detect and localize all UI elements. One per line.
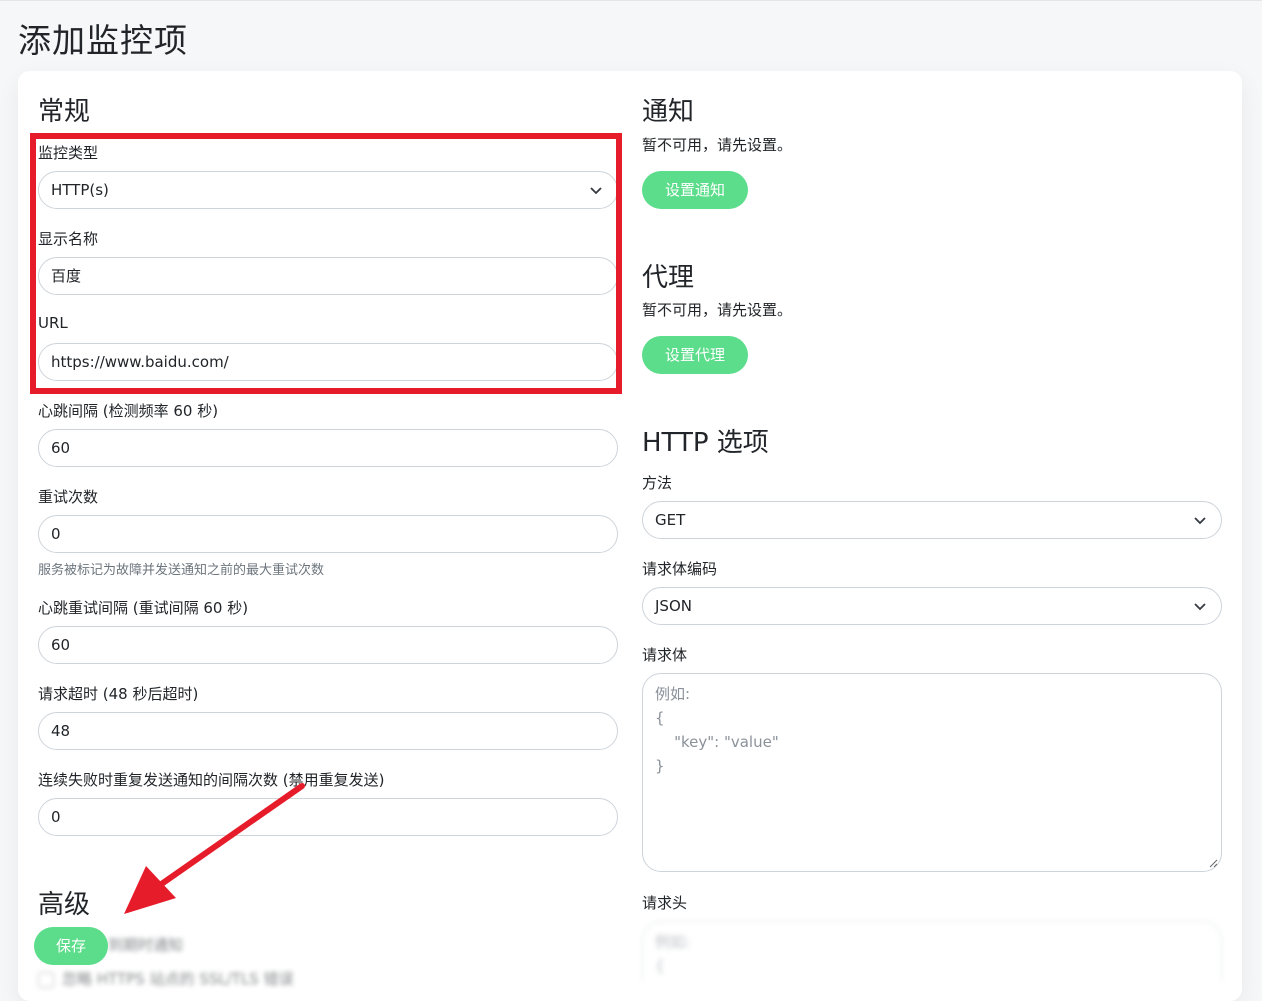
retries-help-text: 服务被标记为故障并发送通知之前的最大重试次数 (38, 563, 325, 578)
method-select[interactable]: GET (642, 501, 1222, 539)
timeout-input[interactable]: 48 (38, 712, 618, 750)
blurred-option-ssl: 忽略 HTTPS 站点的 SSL/TLS 错误 (38, 968, 293, 989)
body-encoding-label: 请求体编码 (642, 560, 718, 578)
retries-input[interactable]: 0 (38, 515, 618, 553)
retries-label: 重试次数 (38, 488, 99, 506)
proxy-notice: 暂不可用，请先设置。 (642, 301, 793, 319)
proxy-section-title: 代理 (642, 263, 695, 293)
heartbeat-interval-label: 心跳间隔 (检测频率 60 秒) (38, 402, 219, 420)
method-value: GET (655, 511, 686, 529)
annotation-arrow-icon (124, 783, 305, 914)
chevron-down-icon (1194, 603, 1206, 611)
timeout-label: 请求超时 (48 秒后超时) (38, 685, 199, 703)
body-encoding-value: JSON (655, 597, 692, 615)
heartbeat-interval-input[interactable]: 60 (38, 429, 618, 467)
resize-grip-icon[interactable] (1208, 858, 1218, 868)
blurred-option-expiry: 到期时通知 (108, 936, 184, 954)
page-title: 添加监控项 (18, 21, 188, 60)
http-options-section-title: HTTP 选项 (642, 428, 769, 458)
top-divider (0, 0, 1262, 1)
retry-interval-input[interactable]: 60 (38, 626, 618, 664)
setup-notification-button[interactable]: 设置通知 (642, 171, 748, 209)
notifications-section-title: 通知 (642, 97, 695, 127)
headers-textarea[interactable]: 例如: { (642, 921, 1222, 980)
chevron-down-icon (1194, 517, 1206, 525)
notifications-notice: 暂不可用，请先设置。 (642, 136, 793, 154)
body-textarea[interactable]: 例如: { "key": "value" } (642, 673, 1222, 872)
general-section-title: 常规 (38, 97, 91, 127)
annotation-highlight-box (30, 133, 622, 394)
advanced-section-title: 高级 (38, 890, 91, 920)
method-label: 方法 (642, 474, 673, 492)
headers-label: 请求头 (642, 894, 688, 912)
setup-proxy-button[interactable]: 设置代理 (642, 336, 748, 374)
body-encoding-select[interactable]: JSON (642, 587, 1222, 625)
save-button[interactable]: 保存 (34, 927, 108, 965)
blurred-option-ssl-label: 忽略 HTTPS 站点的 SSL/TLS 错误 (62, 970, 294, 988)
retry-interval-label: 心跳重试间隔 (重试间隔 60 秒) (38, 599, 249, 617)
body-label: 请求体 (642, 646, 688, 664)
